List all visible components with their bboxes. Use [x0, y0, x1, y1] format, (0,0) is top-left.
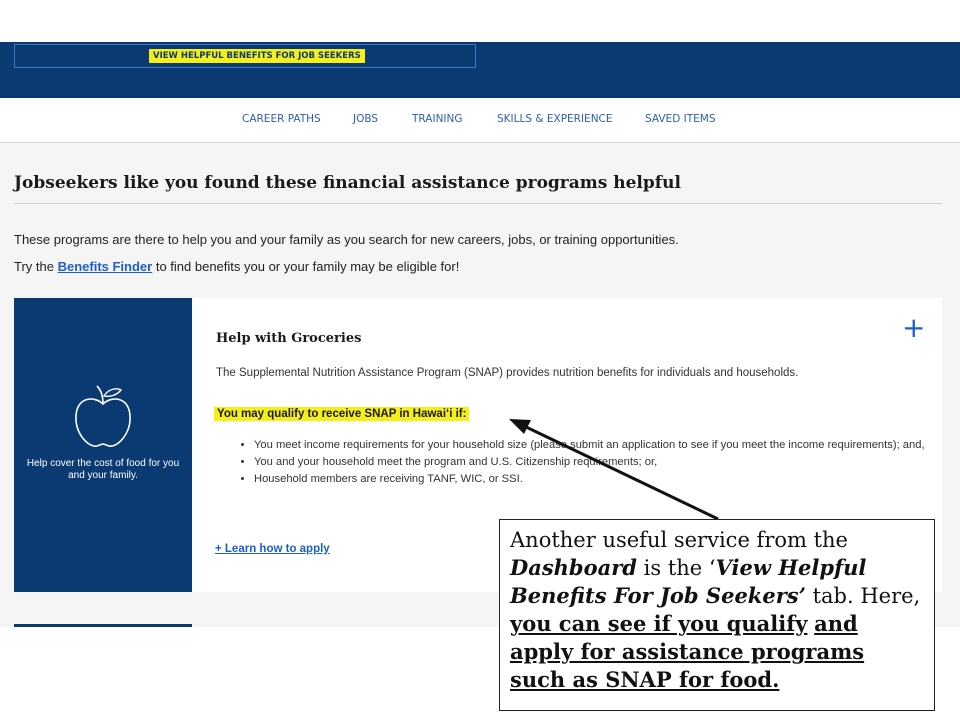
page-title: Jobseekers like you found these financia…: [14, 173, 681, 193]
benefits-tab[interactable]: VIEW HELPFUL BENEFITS FOR JOB SEEKERS: [14, 44, 476, 68]
nav-saved-items[interactable]: SAVED ITEMS: [645, 113, 715, 125]
list-item: You and your household meet the program …: [254, 454, 944, 470]
nav-career-paths[interactable]: CAREER PATHS: [242, 113, 321, 125]
list-item: Household members are receiving TANF, WI…: [254, 471, 944, 487]
benefits-finder-link[interactable]: Benefits Finder: [58, 259, 153, 274]
next-card-edge: [14, 624, 192, 627]
intro-prefix: Try the: [14, 259, 58, 274]
apple-icon: [75, 385, 131, 447]
nav-skills-experience[interactable]: SKILLS & EXPERIENCE: [497, 113, 613, 125]
expand-plus-icon[interactable]: +: [902, 314, 925, 342]
benefits-tab-label[interactable]: VIEW HELPFUL BENEFITS FOR JOB SEEKERS: [149, 49, 365, 63]
qualify-heading: You may qualify to receive SNAP in Hawai…: [214, 407, 470, 421]
nav-training[interactable]: TRAINING: [412, 113, 463, 125]
learn-how-to-apply-link[interactable]: + Learn how to apply: [215, 543, 330, 555]
callout-text: is the ‘: [636, 556, 716, 580]
callout-text: tab. Here,: [805, 584, 921, 608]
callout-underline: you can see if you qualify: [510, 611, 808, 636]
title-divider: [14, 203, 942, 204]
intro-text-benefits: Try the Benefits Finder to find benefits…: [14, 259, 459, 274]
intro-suffix: to find benefits you or your family may …: [152, 259, 460, 274]
nav-jobs[interactable]: JOBS: [353, 113, 378, 125]
card-side-panel: Help cover the cost of food for you and …: [14, 298, 192, 592]
card-description: The Supplemental Nutrition Assistance Pr…: [216, 367, 799, 379]
sub-navigation: CAREER PATHS JOBS TRAINING SKILLS & EXPE…: [0, 98, 960, 143]
top-margin: [0, 0, 960, 42]
side-caption: Help cover the cost of food for you and …: [26, 458, 180, 481]
callout-text: Another useful service from the: [510, 528, 848, 552]
card-title: Help with Groceries: [216, 331, 362, 346]
intro-text: These programs are there to help you and…: [14, 232, 679, 247]
callout-dashboard: Dashboard: [510, 555, 637, 580]
annotation-callout: Another useful service from the Dashboar…: [499, 519, 935, 711]
eligibility-list: You meet income requirements for your ho…: [240, 437, 944, 488]
list-item: You meet income requirements for your ho…: [254, 437, 944, 453]
